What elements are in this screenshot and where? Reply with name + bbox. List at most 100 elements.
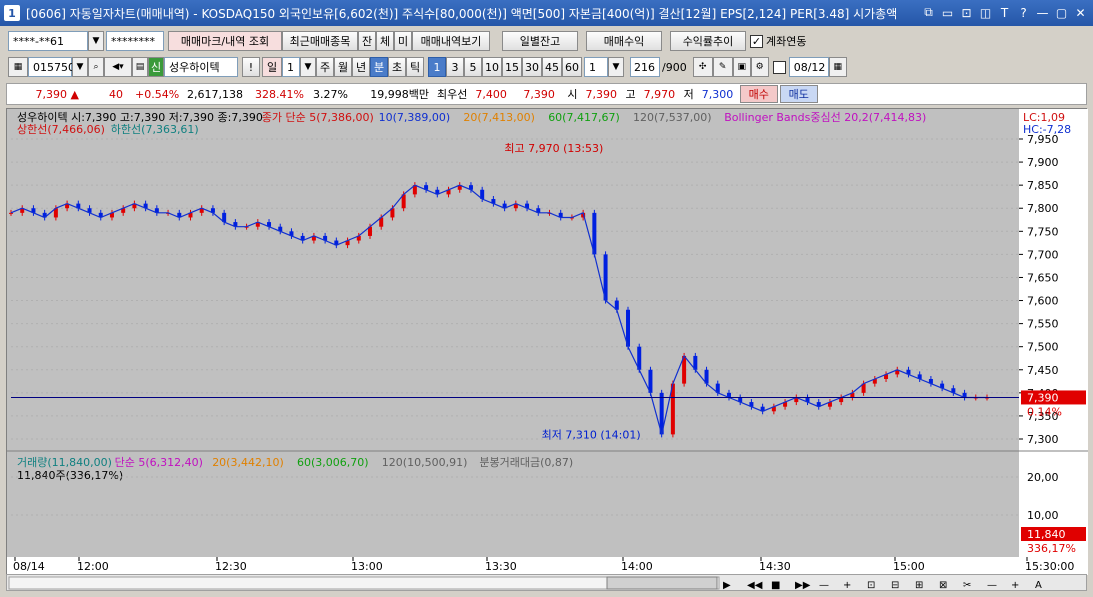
restore-layout-icon[interactable]: ▭ — [939, 4, 956, 21]
price-chart[interactable]: 7,9507,9007,8507,8007,7507,7007,6507,600… — [7, 109, 1088, 575]
minute-10-button[interactable]: 10 — [482, 57, 502, 77]
unexecuted-button[interactable]: 미 — [394, 31, 412, 51]
period-day-button[interactable]: 일 — [262, 57, 282, 77]
scroll-control-icon[interactable]: ⊞ — [915, 580, 923, 591]
help-icon[interactable]: ? — [1015, 4, 1032, 21]
recent-trades-button[interactable]: 최근매매종목 — [282, 31, 358, 51]
minimize-button[interactable]: — — [1034, 4, 1051, 21]
volume-plot-bg — [11, 455, 1019, 555]
scroll-control-icon[interactable]: ⊠ — [939, 580, 947, 591]
trade-mark-button[interactable]: 매매마크/내역 조회 — [168, 31, 282, 51]
balance-button[interactable]: 잔 — [358, 31, 376, 51]
minute-select-input[interactable]: 1 — [584, 57, 608, 77]
daily-balance-button[interactable]: 일별잔고 — [502, 31, 578, 51]
open-label: 시 — [567, 88, 578, 101]
period-minute-button[interactable]: 분 — [370, 57, 388, 77]
scroll-control-icon[interactable]: + — [843, 580, 851, 591]
minute-30-button[interactable]: 30 — [522, 57, 542, 77]
scroll-control-icon[interactable]: ✂ — [963, 580, 971, 591]
period-second-button[interactable]: 초 — [388, 57, 406, 77]
chart-scrollbar[interactable]: ▶ ◀◀ ■ ▶▶ — + ⊡ ⊟ ⊞ ⊠ ✂ — + A — [6, 574, 1087, 591]
app-icon: 1 — [4, 5, 20, 21]
minute-1-button[interactable]: 1 — [428, 57, 446, 77]
scroll-control-icon[interactable]: — — [819, 580, 829, 591]
scroll-control-icon[interactable]: ⊡ — [867, 580, 875, 591]
trade-profit-button[interactable]: 매매수익 — [586, 31, 662, 51]
draw-icon[interactable]: ✎ — [712, 57, 733, 77]
scroll-control-icon[interactable]: ▶ — [723, 580, 731, 591]
layout-icon[interactable]: ▦ — [8, 57, 28, 77]
check-icon: ✓ — [750, 34, 763, 48]
tool-icon[interactable]: ✣ — [692, 57, 713, 77]
link-window-icon[interactable]: ⧉ — [920, 4, 937, 21]
scroll-control-icon[interactable]: ◀◀ — [747, 580, 763, 591]
close-button[interactable]: ✕ — [1072, 4, 1089, 21]
alert-icon[interactable]: ! — [242, 57, 260, 77]
volume-legend-entry: 60(3,006,70) — [297, 456, 369, 469]
buy-button[interactable]: 매수 — [739, 85, 778, 103]
account-dropdown-icon[interactable]: ▼ — [88, 31, 104, 51]
y-tick-label: 7,750 — [1027, 225, 1059, 238]
total-count: /900 — [662, 60, 687, 74]
return-trend-button[interactable]: 수익률추이 — [670, 31, 746, 51]
save-icon[interactable]: ▣ — [732, 57, 751, 77]
best-ask: 7,400 — [475, 87, 507, 101]
scroll-control-icon[interactable]: ▶▶ — [795, 580, 811, 591]
chart-panel[interactable]: 7,950 7,900 7,850 7,800 7,750 7,700 7,650 7,600… — [6, 108, 1088, 575]
minute-5-button[interactable]: 5 — [464, 57, 482, 77]
sell-button[interactable]: 매도 — [779, 85, 818, 103]
x-tick-label: 12:30 — [215, 560, 247, 573]
scroll-control-icon[interactable]: + — [1011, 580, 1019, 591]
scroll-thumb[interactable] — [606, 576, 718, 590]
scroll-controls[interactable]: ▶ ◀◀ ■ ▶▶ — + ⊡ ⊟ ⊞ ⊠ ✂ — + A — [7, 575, 1088, 592]
account-link-checkbox[interactable]: ✓ 계좌연동 — [750, 33, 806, 49]
period-year-button[interactable]: 년 — [352, 57, 370, 77]
scroll-control-icon[interactable]: — — [987, 580, 997, 591]
minute-60-button[interactable]: 60 — [562, 57, 582, 77]
period-num-dropdown-icon[interactable]: ▼ — [300, 57, 316, 77]
gear-icon[interactable]: ⚙ — [750, 57, 769, 77]
period-num-input[interactable]: 1 — [282, 57, 300, 77]
hc-label: HC:-7,28 — [1023, 123, 1071, 136]
volume: 2,617,138 — [187, 87, 243, 101]
screen-icon[interactable]: ⊡ — [958, 4, 975, 21]
x-tick-label: 14:00 — [621, 560, 653, 573]
account-input[interactable]: ****-**61 — [8, 31, 88, 51]
password-input[interactable]: ******** — [106, 31, 164, 51]
high-price: 7,970 — [643, 87, 676, 101]
count-input[interactable]: 216 — [630, 57, 660, 77]
scroll-control-icon[interactable]: ■ — [771, 580, 780, 591]
period-week-button[interactable]: 주 — [316, 57, 334, 77]
group-icon[interactable]: ▤ — [132, 57, 148, 77]
legend-entry: 종가 단순 5(7,386,00) — [262, 111, 374, 124]
volume-y-tick: 20,00 — [1027, 471, 1059, 484]
legend-band: 하한선(7,363,61) — [111, 122, 199, 136]
split-icon[interactable]: ◫ — [977, 4, 994, 21]
minute-15-button[interactable]: 15 — [502, 57, 522, 77]
scroll-control-icon[interactable]: ⊟ — [891, 580, 899, 591]
scroll-control-icon[interactable]: A — [1035, 580, 1042, 591]
executed-button[interactable]: 체 — [376, 31, 394, 51]
maximize-button[interactable]: ▢ — [1053, 4, 1070, 21]
speaker-icon[interactable]: ◀▾ — [104, 57, 132, 77]
period-tick-button[interactable]: 틱 — [406, 57, 424, 77]
calendar-icon[interactable]: ▦ — [828, 57, 847, 77]
trade-history-button[interactable]: 매매내역보기 — [412, 31, 490, 51]
period-month-button[interactable]: 월 — [334, 57, 352, 77]
code-dropdown-icon[interactable]: ▼ — [72, 57, 88, 77]
code-input[interactable]: 015750 — [28, 57, 75, 77]
low-price: 7,300 — [701, 87, 734, 101]
date-input[interactable]: 08/12 — [788, 57, 829, 77]
min-annotation: 최저 7,310 (14:01) — [542, 428, 641, 441]
text-icon[interactable]: T — [996, 4, 1013, 21]
y-tick-label: 7,650 — [1027, 271, 1059, 284]
minute-3-button[interactable]: 3 — [446, 57, 464, 77]
price-change: 40 — [109, 87, 123, 101]
minute-45-button[interactable]: 45 — [542, 57, 562, 77]
toolbar-account: ****-**61 ▼ ******** 매매마크/내역 조회 최근매매종목 잔… — [0, 30, 1093, 52]
x-tick-label: 12:00 — [77, 560, 109, 573]
y-tick-label: 7,600 — [1027, 295, 1059, 308]
date-checkbox[interactable] — [772, 60, 786, 74]
search-icon[interactable]: ⌕ — [88, 57, 104, 77]
minute-select-dropdown-icon[interactable]: ▼ — [608, 57, 624, 77]
